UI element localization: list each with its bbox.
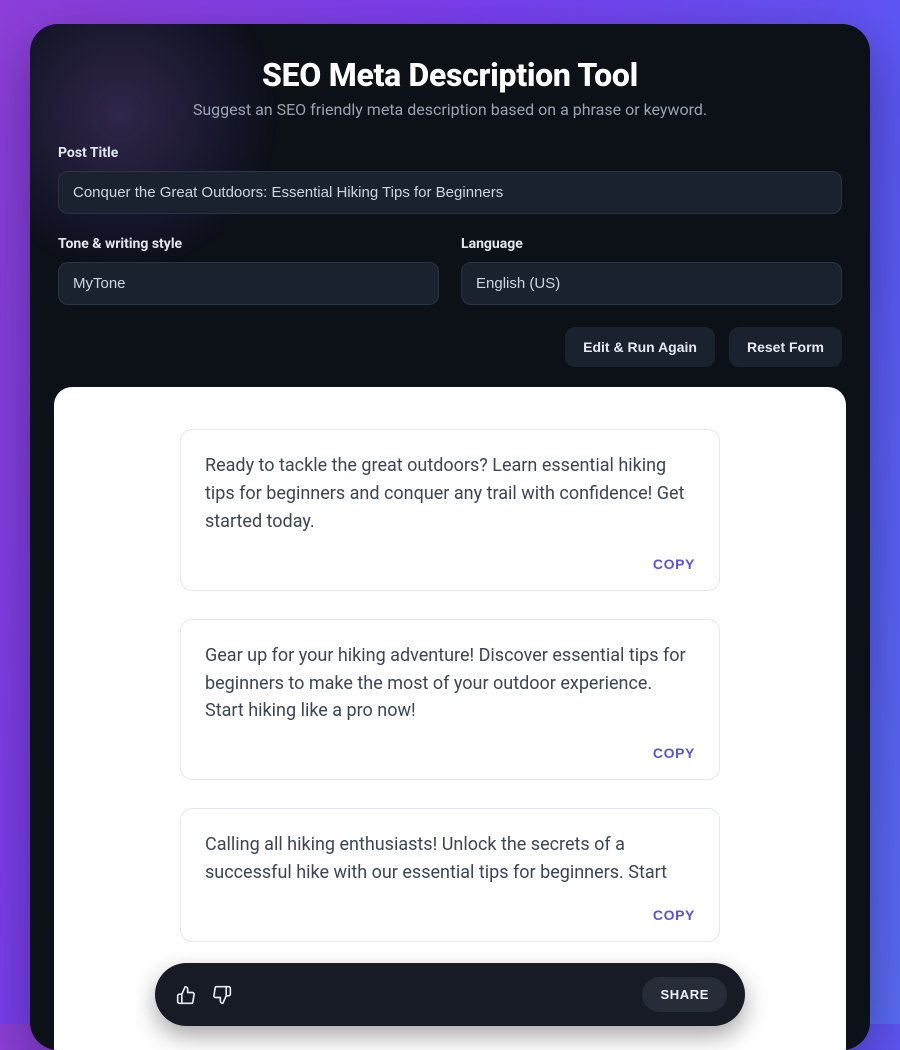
result-text: Ready to tackle the great outdoors? Lear… xyxy=(205,452,695,536)
tone-label: Tone & writing style xyxy=(58,236,439,252)
result-card: Calling all hiking enthusiasts! Unlock t… xyxy=(180,808,720,942)
copy-button[interactable]: COPY xyxy=(653,907,695,923)
reset-form-button[interactable]: Reset Form xyxy=(729,327,842,367)
post-title-field: Post Title xyxy=(58,145,842,214)
thumbs-down-icon[interactable] xyxy=(209,982,235,1008)
language-select[interactable] xyxy=(461,262,842,305)
language-label: Language xyxy=(461,236,842,252)
post-title-label: Post Title xyxy=(58,145,842,161)
result-card: Ready to tackle the great outdoors? Lear… xyxy=(180,429,720,591)
result-text: Calling all hiking enthusiasts! Unlock t… xyxy=(205,831,695,887)
thumbs-up-icon[interactable] xyxy=(173,982,199,1008)
results-panel: Ready to tackle the great outdoors? Lear… xyxy=(54,387,846,1050)
tone-field: Tone & writing style xyxy=(58,236,439,305)
page-subtitle: Suggest an SEO friendly meta description… xyxy=(58,100,842,119)
copy-button[interactable]: COPY xyxy=(653,556,695,572)
edit-run-again-button[interactable]: Edit & Run Again xyxy=(565,327,715,367)
tool-card: SEO Meta Description Tool Suggest an SEO… xyxy=(30,24,870,1050)
language-field: Language xyxy=(461,236,842,305)
form-actions: Edit & Run Again Reset Form xyxy=(58,327,842,367)
copy-button[interactable]: COPY xyxy=(653,745,695,761)
share-button[interactable]: SHARE xyxy=(642,977,727,1012)
result-text: Gear up for your hiking adventure! Disco… xyxy=(205,642,695,726)
page-title: SEO Meta Description Tool xyxy=(58,56,842,94)
result-card: Gear up for your hiking adventure! Disco… xyxy=(180,619,720,781)
feedback-bar: SHARE xyxy=(155,963,745,1026)
post-title-input[interactable] xyxy=(58,171,842,214)
tone-select[interactable] xyxy=(58,262,439,305)
